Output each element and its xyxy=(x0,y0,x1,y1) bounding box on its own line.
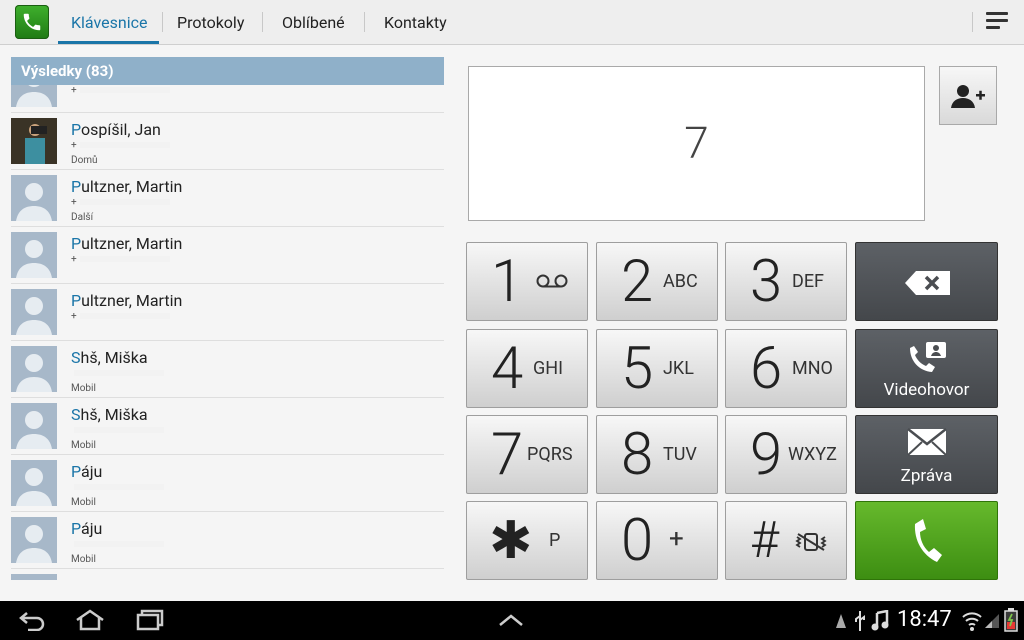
tab-divider xyxy=(162,12,163,32)
overflow-menu-icon[interactable] xyxy=(986,12,1008,32)
message-button[interactable]: Zpráva xyxy=(855,415,998,494)
contact-number: + xyxy=(71,254,170,265)
contact-results-list[interactable]: + Pospíšil, Jan + Domů Pultzner, Martin … xyxy=(11,85,444,580)
contact-number-type: Mobil xyxy=(71,440,96,451)
tab-divider xyxy=(262,12,263,32)
contact-number-type: Mobil xyxy=(71,554,96,565)
contact-number: + xyxy=(71,85,170,96)
default-avatar-icon xyxy=(11,85,57,107)
contact-number xyxy=(71,368,164,379)
menu-divider xyxy=(972,12,973,32)
chevron-up-icon[interactable] xyxy=(498,613,524,627)
phone-app-icon[interactable] xyxy=(15,5,49,39)
contact-row[interactable]: Páju Mobil xyxy=(11,511,444,569)
key-6[interactable]: 6 MNO xyxy=(725,329,847,408)
contact-name: Shš, Miška xyxy=(71,348,148,367)
active-tab-indicator xyxy=(58,41,159,44)
default-avatar-icon xyxy=(11,346,57,392)
contact-number-type: Mobil xyxy=(71,383,96,394)
contact-row[interactable]: Pultzner, Martin + Další xyxy=(11,169,444,227)
music-icon xyxy=(871,610,889,631)
contact-number: + xyxy=(71,140,170,151)
key-8[interactable]: 8 TUV xyxy=(596,415,718,494)
key-2[interactable]: 2 ABC xyxy=(596,242,718,321)
contact-row[interactable]: Pultzner, Martin + xyxy=(11,226,444,284)
tab-logs[interactable]: Protokoly xyxy=(177,0,244,44)
contact-photo xyxy=(11,118,57,164)
contact-row[interactable]: Páju Mobil xyxy=(11,454,444,512)
backspace-button[interactable] xyxy=(855,242,998,321)
tab-favorites[interactable]: Oblíbené xyxy=(282,0,345,44)
home-icon[interactable] xyxy=(75,609,105,631)
videocall-icon xyxy=(910,342,946,372)
envelope-icon xyxy=(907,428,947,456)
contact-name: Shš, Miška xyxy=(71,405,148,424)
status-clock: 18:47 xyxy=(897,607,952,632)
contact-number xyxy=(71,539,164,550)
contact-row[interactable]: Pultzner, Martin + xyxy=(11,283,444,341)
call-button[interactable] xyxy=(855,501,998,580)
dial-number-display[interactable]: 7 xyxy=(468,66,925,221)
top-action-bar: Klávesnice Protokoly Oblíbené Kontakty xyxy=(0,0,1024,45)
videocall-button[interactable]: Videohovor xyxy=(855,329,998,408)
key-7[interactable]: 7 PQRS xyxy=(466,415,588,494)
recent-apps-icon[interactable] xyxy=(136,609,164,631)
battery-icon xyxy=(1004,608,1018,632)
key-1[interactable]: 1 xyxy=(466,242,588,321)
dialed-number: 7 xyxy=(684,117,709,169)
key-star[interactable]: ✱ P xyxy=(466,501,588,580)
contact-row[interactable] xyxy=(11,568,444,580)
key-hash[interactable]: # xyxy=(725,501,847,580)
contact-row[interactable]: Pospíšil, Jan + Domů xyxy=(11,112,444,170)
contact-row[interactable]: Shš, Miška Mobil xyxy=(11,397,444,455)
system-navigation-bar: 18:47 xyxy=(0,601,1024,640)
wifi-icon xyxy=(962,612,982,631)
contact-name: Pultzner, Martin xyxy=(71,291,183,310)
tab-divider xyxy=(364,12,365,32)
add-contact-button[interactable] xyxy=(939,66,997,125)
tab-keypad[interactable]: Klávesnice xyxy=(71,0,148,44)
contact-number-type: Další xyxy=(71,212,94,223)
backspace-icon xyxy=(905,271,950,295)
default-avatar-icon xyxy=(11,175,57,221)
phone-icon xyxy=(914,519,942,562)
signal-icon xyxy=(985,614,999,628)
contact-number xyxy=(71,425,164,436)
contact-number-type: Domů xyxy=(71,155,98,166)
contact-row[interactable]: Shš, Miška Mobil xyxy=(11,340,444,398)
default-avatar-icon xyxy=(11,517,57,563)
key-9[interactable]: 9 WXYZ xyxy=(725,415,847,494)
contact-number: + xyxy=(71,197,170,208)
default-avatar-icon xyxy=(11,574,57,580)
contact-number: + xyxy=(71,311,170,322)
tab-contacts[interactable]: Kontakty xyxy=(384,0,447,44)
add-person-icon xyxy=(951,84,985,108)
notification-arrow-icon xyxy=(836,614,846,628)
usb-icon xyxy=(855,611,865,631)
contact-name: Pultzner, Martin xyxy=(71,177,183,196)
key-5[interactable]: 5 JKL xyxy=(596,329,718,408)
default-avatar-icon xyxy=(11,232,57,278)
contact-name: Pultzner, Martin xyxy=(71,234,183,253)
default-avatar-icon xyxy=(11,289,57,335)
contact-row[interactable]: + xyxy=(11,85,444,113)
key-0[interactable]: 0 + xyxy=(596,501,718,580)
contact-number xyxy=(71,482,164,493)
back-icon[interactable] xyxy=(18,609,46,631)
vibrate-mute-icon xyxy=(794,532,828,557)
default-avatar-icon xyxy=(11,403,57,449)
contact-name: Páju xyxy=(71,462,103,481)
contact-number-type: Mobil xyxy=(71,497,96,508)
results-header: Výsledky (83) xyxy=(11,57,444,85)
key-3[interactable]: 3 DEF xyxy=(725,242,847,321)
voicemail-icon xyxy=(535,273,569,294)
contact-name: Pospíšil, Jan xyxy=(71,120,161,139)
key-4[interactable]: 4 GHI xyxy=(466,329,588,408)
contact-name: Páju xyxy=(71,519,103,538)
default-avatar-icon xyxy=(11,460,57,506)
